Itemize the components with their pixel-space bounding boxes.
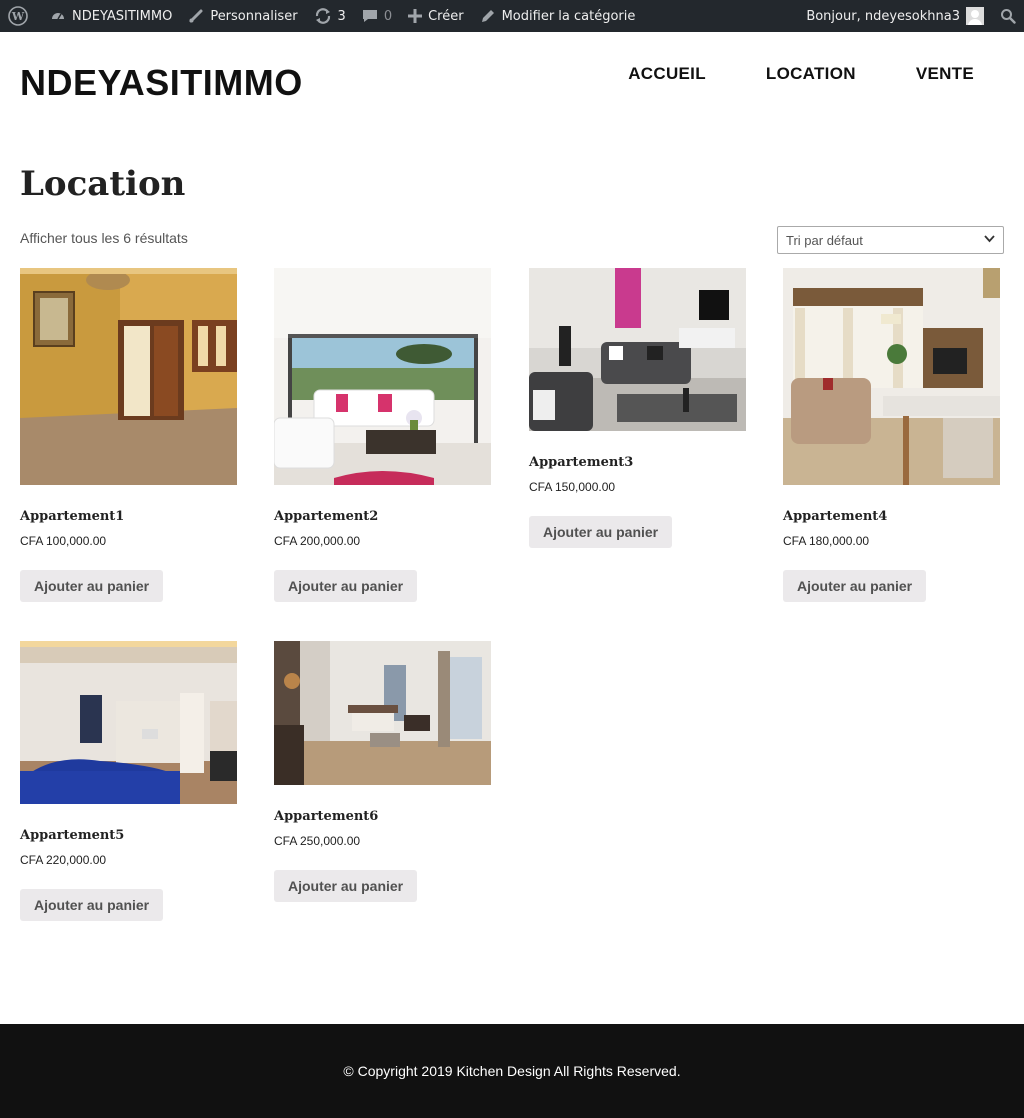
new-content-button[interactable]: Créer bbox=[400, 0, 471, 32]
product-price: CFA 220,000.00 bbox=[20, 853, 107, 867]
ordering-select[interactable]: Tri par défaut bbox=[777, 226, 1004, 254]
dashboard-icon bbox=[50, 8, 66, 24]
site-name-label: NDEYASITIMMO bbox=[72, 8, 173, 24]
add-to-cart-button[interactable]: Ajouter au panier bbox=[20, 570, 164, 602]
add-to-cart-button[interactable]: Ajouter au panier bbox=[20, 889, 164, 921]
result-count: Afficher tous les 6 résultats bbox=[20, 230, 188, 246]
admin-bar: W NDEYASITIMMO Personnaliser 3 0 Créer M… bbox=[0, 0, 1024, 32]
search-icon bbox=[1000, 8, 1016, 24]
main-nav: ACCUEIL LOCATION VENTE bbox=[628, 64, 974, 84]
wordpress-logo-button[interactable]: W bbox=[0, 0, 42, 32]
product-title[interactable]: Appartement1 bbox=[20, 509, 237, 524]
nav-item-accueil[interactable]: ACCUEIL bbox=[628, 64, 706, 84]
product-card: Appartement2 CFA 200,000.00 Ajouter au p… bbox=[274, 268, 491, 602]
add-to-cart-button[interactable]: Ajouter au panier bbox=[274, 870, 418, 902]
site-footer: © Copyright 2019 Kitchen Design All Righ… bbox=[0, 1024, 1024, 1118]
svg-text:W: W bbox=[11, 10, 25, 23]
comment-icon bbox=[362, 8, 378, 24]
product-title[interactable]: Appartement3 bbox=[529, 455, 746, 470]
product-title[interactable]: Appartement2 bbox=[274, 509, 491, 524]
product-image[interactable] bbox=[274, 268, 491, 485]
product-image[interactable] bbox=[783, 268, 1000, 485]
product-card: Appartement3 CFA 150,000.00 Ajouter au p… bbox=[529, 268, 746, 548]
add-to-cart-button[interactable]: Ajouter au panier bbox=[783, 570, 927, 602]
product-card: Appartement4 CFA 180,000.00 Ajouter au p… bbox=[783, 268, 1000, 602]
site-title[interactable]: NDEYASITIMMO bbox=[20, 62, 303, 104]
ordering-selected-label: Tri par défaut bbox=[786, 232, 863, 248]
product-title[interactable]: Appartement5 bbox=[20, 828, 237, 843]
add-to-cart-button[interactable]: Ajouter au panier bbox=[529, 516, 673, 548]
add-to-cart-button[interactable]: Ajouter au panier bbox=[274, 570, 418, 602]
customize-button[interactable]: Personnaliser bbox=[180, 0, 305, 32]
site-name-button[interactable]: NDEYASITIMMO bbox=[42, 0, 180, 32]
product-price: CFA 150,000.00 bbox=[529, 480, 616, 494]
updates-count: 3 bbox=[337, 8, 346, 24]
product-card: Appartement1 CFA 100,000.00 Ajouter au p… bbox=[20, 268, 237, 602]
product-price: CFA 250,000.00 bbox=[274, 834, 361, 848]
product-image[interactable] bbox=[529, 268, 746, 431]
copyright-text: © Copyright 2019 Kitchen Design All Righ… bbox=[343, 1063, 681, 1079]
new-content-label: Créer bbox=[428, 8, 464, 24]
customize-label: Personnaliser bbox=[210, 8, 298, 24]
edit-category-button[interactable]: Modifier la catégorie bbox=[472, 0, 644, 32]
comments-button[interactable]: 0 bbox=[354, 0, 400, 32]
brush-icon bbox=[188, 8, 204, 24]
nav-item-location[interactable]: LOCATION bbox=[766, 64, 856, 84]
product-price: CFA 200,000.00 bbox=[274, 534, 361, 548]
admin-search-button[interactable] bbox=[992, 0, 1024, 32]
avatar bbox=[966, 7, 984, 25]
page-title: Location bbox=[20, 164, 186, 204]
nav-item-vente[interactable]: VENTE bbox=[916, 64, 974, 84]
account-menu[interactable]: Bonjour, ndeyesokhna3 bbox=[798, 0, 992, 32]
updates-button[interactable]: 3 bbox=[306, 0, 354, 32]
product-image[interactable] bbox=[20, 268, 237, 485]
wordpress-icon: W bbox=[8, 6, 28, 26]
chevron-down-icon bbox=[984, 234, 995, 246]
refresh-icon bbox=[314, 7, 332, 25]
product-image[interactable] bbox=[274, 641, 491, 785]
pencil-icon bbox=[480, 8, 496, 24]
product-card: Appartement5 CFA 220,000.00 Ajouter au p… bbox=[20, 641, 237, 921]
comments-count: 0 bbox=[383, 8, 393, 24]
greeting-label: Bonjour, ndeyesokhna3 bbox=[806, 8, 960, 24]
plus-icon bbox=[408, 9, 423, 23]
product-card: Appartement6 CFA 250,000.00 Ajouter au p… bbox=[274, 641, 491, 902]
product-price: CFA 100,000.00 bbox=[20, 534, 107, 548]
edit-category-label: Modifier la catégorie bbox=[501, 8, 636, 24]
product-price: CFA 180,000.00 bbox=[783, 534, 870, 548]
product-title[interactable]: Appartement6 bbox=[274, 809, 491, 824]
product-image[interactable] bbox=[20, 641, 237, 804]
product-title[interactable]: Appartement4 bbox=[783, 509, 1000, 524]
